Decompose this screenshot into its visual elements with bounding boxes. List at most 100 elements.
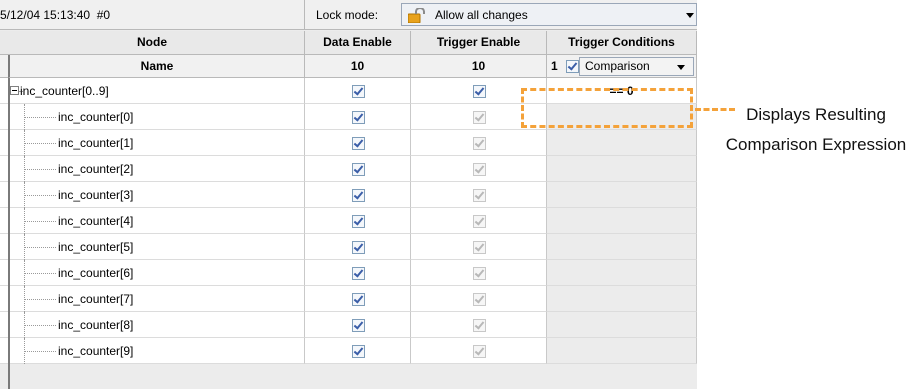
data-enable-checkbox[interactable] (351, 85, 365, 98)
data-enable-cell (305, 286, 411, 312)
node-cell[interactable]: inc_counter[2] (0, 156, 305, 182)
tree-connector (24, 221, 56, 222)
trigger-type-dropdown[interactable]: Comparison (579, 57, 694, 76)
node-cell[interactable]: inc_counter[0..9] (0, 78, 305, 104)
table-row[interactable]: inc_counter[3] (0, 182, 697, 208)
data-enable-checkbox[interactable] (351, 345, 365, 358)
node-name: inc_counter[2] (58, 162, 134, 176)
node-cell[interactable]: inc_counter[8] (0, 312, 305, 338)
trigger-enable-count: 10 (411, 55, 547, 78)
table-row[interactable]: inc_counter[4] (0, 208, 697, 234)
column-header-trigger-enable[interactable]: Trigger Enable (411, 31, 547, 55)
trigger-enable-cell (411, 182, 547, 208)
chevron-down-icon (677, 65, 685, 70)
trigger-enable-cell (411, 312, 547, 338)
node-name: inc_counter[3] (58, 188, 134, 202)
trigger-condition-cell (547, 130, 697, 156)
table-row[interactable]: inc_counter[5] (0, 234, 697, 260)
lock-mode-value: Allow all changes (435, 8, 528, 22)
collapse-icon[interactable] (10, 86, 19, 95)
column-header-node[interactable]: Node (0, 31, 305, 55)
callout-text: Displays Resulting Comparison Expression (720, 100, 912, 160)
data-enable-checkbox[interactable] (351, 293, 365, 306)
data-enable-cell (305, 130, 411, 156)
data-enable-checkbox[interactable] (351, 189, 365, 202)
node-name: inc_counter[8] (58, 318, 134, 332)
node-cell[interactable]: inc_counter[9] (0, 338, 305, 364)
node-cell[interactable]: inc_counter[3] (0, 182, 305, 208)
trigger-enable-checkbox (472, 215, 486, 228)
trigger-enable-checkbox (472, 345, 486, 358)
trigger-enable-checkbox (472, 319, 486, 332)
trigger-enable-cell (411, 286, 547, 312)
tree-connector (24, 117, 56, 118)
node-cell[interactable]: inc_counter[5] (0, 234, 305, 260)
data-enable-checkbox[interactable] (351, 163, 365, 176)
trigger-enable-checkbox (472, 111, 486, 124)
trigger-enable-checkbox (472, 189, 486, 202)
trigger-enable-checkbox (472, 293, 486, 306)
table-row[interactable]: inc_counter[7] (0, 286, 697, 312)
trigger-condition-index: 1 (551, 59, 558, 73)
trigger-enable-checkbox (472, 267, 486, 280)
data-enable-cell (305, 104, 411, 130)
data-enable-cell (305, 234, 411, 260)
table-row[interactable]: inc_counter[2] (0, 156, 697, 182)
data-enable-cell (305, 208, 411, 234)
lock-icon (407, 7, 430, 24)
trigger-condition-cell (547, 208, 697, 234)
subheader-left-gutter (0, 55, 8, 78)
data-enable-count: 10 (305, 55, 411, 78)
chevron-down-icon (686, 13, 694, 18)
lock-mode-dropdown[interactable]: Allow all changes (401, 3, 697, 26)
node-name: inc_counter[4] (58, 214, 134, 228)
node-name: inc_counter[7] (58, 292, 134, 306)
node-cell[interactable]: inc_counter[6] (0, 260, 305, 286)
table-row[interactable]: inc_counter[6] (0, 260, 697, 286)
node-cell[interactable]: inc_counter[4] (0, 208, 305, 234)
node-cell[interactable]: inc_counter[7] (0, 286, 305, 312)
data-enable-checkbox[interactable] (351, 241, 365, 254)
trigger-enable-cell (411, 234, 547, 260)
table-row[interactable]: inc_counter[9] (0, 338, 697, 364)
tree-connector (24, 325, 56, 326)
comparison-highlight-box (521, 88, 693, 128)
data-enable-cell (305, 312, 411, 338)
trigger-condition-checkbox[interactable] (566, 60, 579, 73)
trigger-enable-checkbox[interactable] (472, 85, 486, 98)
callout-line-2: Comparison Expression (725, 135, 907, 154)
table-row[interactable]: inc_counter[1] (0, 130, 697, 156)
data-enable-cell (305, 78, 411, 104)
data-enable-cell (305, 182, 411, 208)
callout-line-1: Displays Resulting (746, 105, 886, 124)
node-cell[interactable]: inc_counter[0] (0, 104, 305, 130)
trigger-enable-cell (411, 208, 547, 234)
trigger-enable-cell (411, 130, 547, 156)
subheader-name[interactable]: Name (8, 55, 305, 78)
node-name: inc_counter[0..9] (20, 84, 109, 98)
trigger-enable-cell (411, 338, 547, 364)
table-row[interactable]: inc_counter[8] (0, 312, 697, 338)
tree-connector (24, 351, 56, 352)
column-header-trigger-conditions[interactable]: Trigger Conditions (547, 31, 697, 55)
lock-mode-area: Lock mode: Allow all changes (305, 0, 697, 30)
data-enable-checkbox[interactable] (351, 215, 365, 228)
node-cell[interactable]: inc_counter[1] (0, 130, 305, 156)
trigger-condition-cell (547, 156, 697, 182)
trigger-enable-checkbox (472, 241, 486, 254)
data-enable-cell (305, 338, 411, 364)
instance-timestamp: 5/12/04 15:13:40 #0 (0, 8, 111, 22)
data-enable-checkbox[interactable] (351, 319, 365, 332)
data-enable-checkbox[interactable] (351, 267, 365, 280)
column-header-data-enable[interactable]: Data Enable (305, 31, 411, 55)
tree-connector (24, 143, 56, 144)
node-name: inc_counter[0] (58, 110, 134, 124)
trigger-condition-cell (547, 286, 697, 312)
data-enable-checkbox[interactable] (351, 111, 365, 124)
name-label: Name (140, 59, 174, 73)
node-name: inc_counter[6] (58, 266, 134, 280)
tree-left-border (8, 78, 10, 389)
data-enable-checkbox[interactable] (351, 137, 365, 150)
trigger-type-value: Comparison (585, 59, 650, 73)
data-enable-cell (305, 260, 411, 286)
